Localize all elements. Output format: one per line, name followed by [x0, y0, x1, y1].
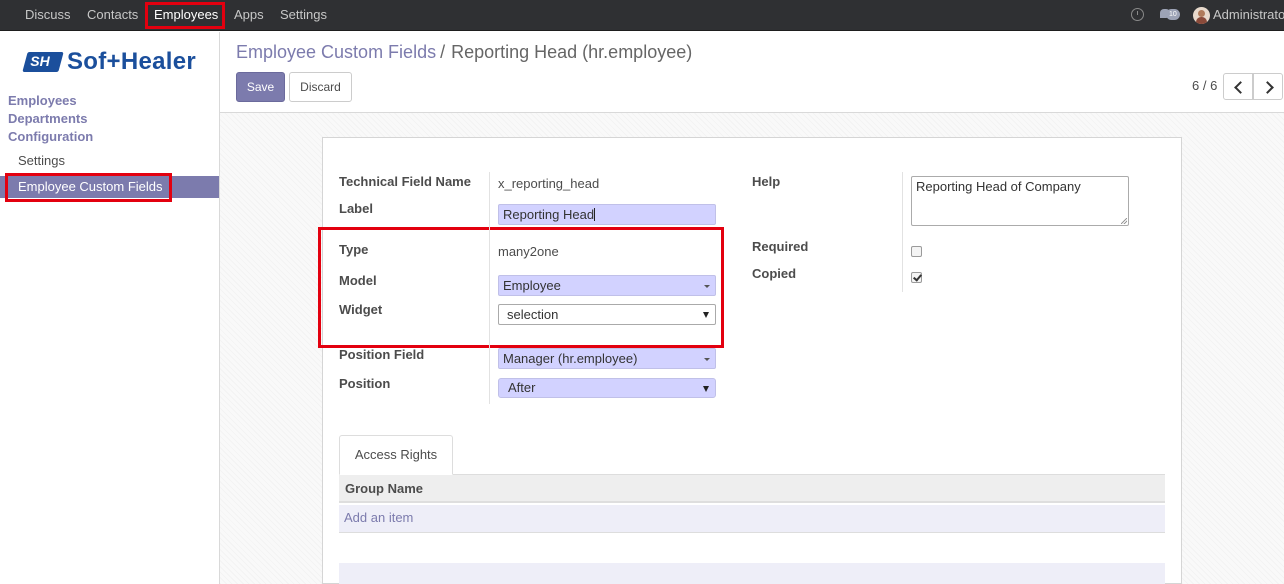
- table-header: Group Name: [339, 475, 1165, 503]
- required-checkbox[interactable]: [911, 246, 922, 257]
- column-divider-left: [489, 172, 490, 404]
- breadcrumb: Employee Custom Fields / Reporting Head (h…: [236, 42, 693, 62]
- required-label: Required: [752, 239, 809, 254]
- help-label: Help: [752, 174, 781, 189]
- sidebar-item-employees[interactable]: Employees: [8, 93, 77, 108]
- chevron-down-icon: [704, 358, 710, 361]
- table-footer: [339, 563, 1165, 584]
- help-textarea[interactable]: Reporting Head of Company: [911, 176, 1129, 226]
- technical-field-name-value: x_reporting_head: [498, 176, 600, 191]
- column-header-group-name[interactable]: Group Name: [345, 481, 423, 496]
- pager-counter[interactable]: 6 / 6: [1192, 78, 1217, 93]
- sidebar-item-departments[interactable]: Departments: [8, 111, 87, 126]
- breadcrumb-parent-link[interactable]: Employee Custom Fields: [236, 42, 436, 62]
- highlight-custom-fields-menu: [5, 173, 172, 202]
- position-label: Position: [339, 376, 391, 391]
- message-count-badge: 10: [1166, 9, 1180, 20]
- technical-field-name-label: Technical Field Name: [339, 174, 471, 189]
- pager-next-icon[interactable]: [1253, 73, 1283, 100]
- breadcrumb-current: Reporting Head (hr.employee): [451, 42, 693, 62]
- copied-label: Copied: [752, 266, 797, 281]
- menu-settings[interactable]: Settings: [280, 0, 327, 31]
- top-navbar: Discuss Contacts Employees Apps Settings…: [0, 0, 1284, 31]
- add-an-item-link[interactable]: Add an item: [344, 510, 413, 525]
- sidebar-item-configuration[interactable]: Configuration: [8, 129, 93, 144]
- sidebar: SH Sof+Healer Employees Departments Conf…: [0, 32, 220, 584]
- copied-checkbox[interactable]: [911, 272, 922, 283]
- label-input[interactable]: Reporting Head: [498, 204, 716, 225]
- tab-access-rights[interactable]: Access Rights: [339, 435, 453, 475]
- label-label: Label: [339, 201, 373, 216]
- table-row: Add an item: [339, 505, 1165, 533]
- user-avatar[interactable]: [1193, 7, 1210, 24]
- highlight-type-model-widget: [318, 227, 724, 348]
- menu-discuss[interactable]: Discuss: [25, 0, 71, 31]
- position-select[interactable]: After: [498, 378, 716, 398]
- pager-previous-icon[interactable]: [1223, 73, 1253, 100]
- dropdown-arrow-icon: [703, 386, 709, 392]
- activity-clock-icon[interactable]: [1131, 8, 1144, 21]
- position-field-label: Position Field: [339, 347, 425, 362]
- highlight-employees-menu: [145, 2, 225, 29]
- sidebar-item-settings[interactable]: Settings: [18, 153, 65, 168]
- save-button[interactable]: Save: [236, 72, 285, 102]
- discard-button[interactable]: Discard: [289, 72, 352, 102]
- user-menu[interactable]: Administrator: [1213, 0, 1284, 30]
- menu-apps[interactable]: Apps: [234, 0, 264, 31]
- column-divider-right: [902, 172, 903, 292]
- position-field-select[interactable]: Manager (hr.employee): [498, 348, 716, 369]
- menu-contacts[interactable]: Contacts: [87, 0, 138, 31]
